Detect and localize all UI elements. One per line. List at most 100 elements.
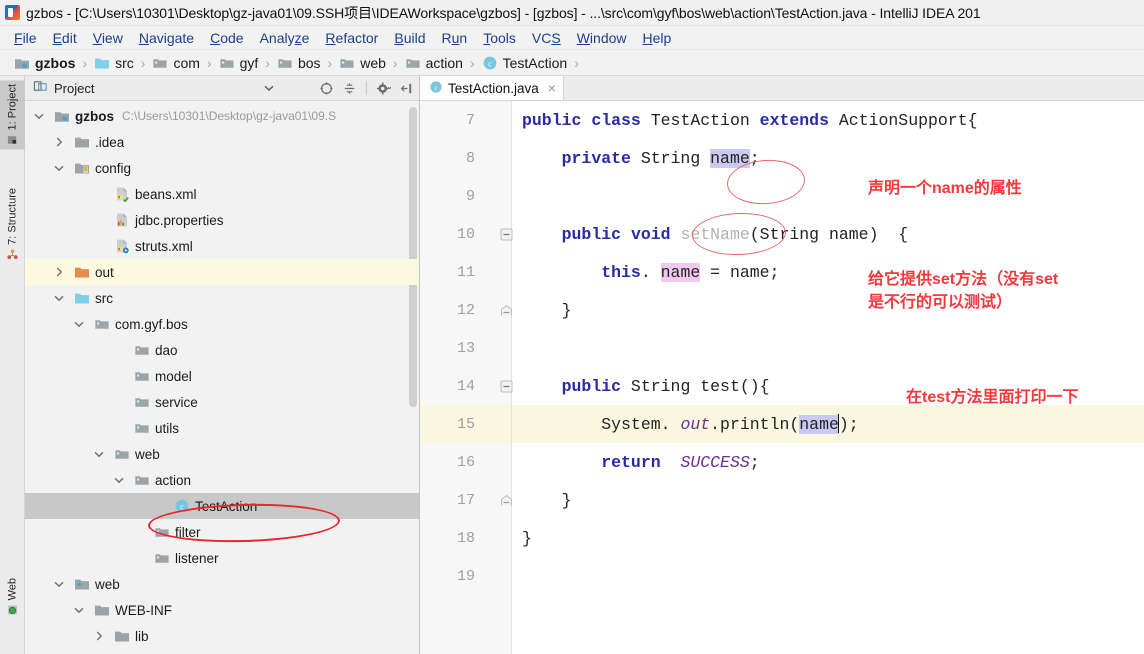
menu-analyze[interactable]: Analyze: [252, 28, 318, 48]
code-line-19[interactable]: [512, 557, 1144, 595]
code-line-17[interactable]: }: [512, 481, 1144, 519]
chevron-down-icon[interactable]: [73, 604, 86, 617]
tree-node-web[interactable]: web: [25, 441, 419, 467]
chevron-down-icon[interactable]: [73, 318, 86, 331]
code-line-18[interactable]: }: [512, 519, 1144, 557]
tool-tab-web[interactable]: Web: [0, 574, 25, 619]
code-line-16[interactable]: return SUCCESS;: [512, 443, 1144, 481]
menu-build-rest: uild: [403, 29, 426, 46]
tree-node-jdbc-properties[interactable]: jdbc.properties: [25, 207, 419, 233]
chevron-right-icon[interactable]: [53, 266, 66, 279]
chevron-down-icon[interactable]: [33, 110, 46, 123]
breadcrumb-item-gyf[interactable]: gyf: [215, 55, 263, 71]
chevron-down-icon[interactable]: [53, 162, 66, 175]
code-line-13[interactable]: [512, 329, 1144, 367]
window-title: gzbos - [C:\Users\10301\Desktop\gz-java0…: [26, 4, 981, 21]
menu-window[interactable]: Window: [569, 28, 635, 48]
close-icon[interactable]: ×: [548, 80, 556, 96]
breadcrumb-item-action[interactable]: action: [401, 55, 467, 71]
breadcrumb-item-testaction[interactable]: c TestAction: [478, 55, 572, 71]
editor-tab-testaction[interactable]: c TestAction.java ×: [420, 76, 564, 100]
chevron-right-icon[interactable]: [53, 136, 66, 149]
chevron-down-icon[interactable]: [264, 81, 274, 96]
tree-node-src[interactable]: src: [25, 285, 419, 311]
breadcrumb-item-label: com: [173, 54, 200, 71]
code-editor[interactable]: 7 8 9 10 11 12 13 14 15 16 17 18 19 public class Tes…: [420, 101, 1144, 654]
chevron-right-icon[interactable]: [93, 630, 106, 643]
gutter-line-16[interactable]: 16: [420, 443, 511, 481]
collapse-all-icon[interactable]: [341, 80, 358, 97]
tree-node-label: struts.xml: [135, 238, 193, 254]
gutter-line-9[interactable]: 9: [420, 177, 511, 215]
tree-node-label: web: [95, 576, 120, 592]
tree-node-service[interactable]: service: [25, 389, 419, 415]
menu-view-rest: iew: [101, 29, 123, 46]
tree-node-web[interactable]: web: [25, 571, 419, 597]
code-line-10[interactable]: public void setName(String name) {: [512, 215, 1144, 253]
tree-node-beans-xml[interactable]: beans.xml: [25, 181, 419, 207]
editor-gutter[interactable]: 7 8 9 10 11 12 13 14 15 16 17 18 19: [420, 101, 513, 654]
code-line-9[interactable]: [512, 177, 1144, 215]
menu-build[interactable]: Build: [386, 28, 433, 48]
breadcrumb-item-gzbos[interactable]: gzbos: [10, 55, 79, 71]
tree-node-struts-xml[interactable]: struts.xml: [25, 233, 419, 259]
code-line-8[interactable]: private String name;: [512, 139, 1144, 177]
tree-node-model[interactable]: model: [25, 363, 419, 389]
menu-code[interactable]: Code: [202, 28, 251, 48]
tree-node-action[interactable]: action: [25, 467, 419, 493]
expand-collapse-icon[interactable]: [318, 80, 335, 97]
gutter-line-8[interactable]: 8: [420, 139, 511, 177]
hide-panel-icon[interactable]: [398, 80, 415, 97]
menu-file[interactable]: File: [6, 28, 45, 48]
tool-tab-structure[interactable]: 7: Structure: [0, 184, 25, 264]
gutter-line-17[interactable]: 17: [420, 481, 512, 519]
menu-help[interactable]: Help: [635, 28, 680, 48]
menu-refactor[interactable]: Refactor: [317, 28, 386, 48]
tree-node-utils[interactable]: utils: [25, 415, 419, 441]
gutter-line-14[interactable]: 14: [420, 367, 513, 405]
code-area[interactable]: public class TestAction extends ActionSu…: [512, 101, 1144, 654]
gutter-line-15[interactable]: 15: [420, 405, 511, 443]
chevron-down-icon[interactable]: [53, 578, 66, 591]
tool-tab-project[interactable]: 1: Project: [0, 80, 25, 150]
project-tree[interactable]: gzbos C:\Users\10301\Desktop\gz-java01\09…: [25, 101, 419, 654]
settings-gear-icon[interactable]: [375, 80, 392, 97]
gutter-line-19[interactable]: 19: [420, 557, 511, 595]
menu-vcs[interactable]: VCS: [524, 28, 569, 48]
chevron-down-icon[interactable]: [113, 474, 126, 487]
breadcrumb-item-com[interactable]: com: [148, 55, 203, 71]
menu-run[interactable]: Run: [434, 28, 476, 48]
java-class-icon: c: [482, 55, 498, 71]
code-line-15[interactable]: System. out.println(name);: [512, 405, 1144, 443]
gutter-line-12[interactable]: 12: [420, 291, 512, 329]
tree-node-config[interactable]: config: [25, 155, 419, 181]
tree-node-gzbos[interactable]: gzbos C:\Users\10301\Desktop\gz-java01\09…: [25, 103, 419, 129]
tree-node--idea[interactable]: .idea: [25, 129, 419, 155]
tree-node-dao[interactable]: dao: [25, 337, 419, 363]
gutter-line-10[interactable]: 10: [420, 215, 513, 253]
tree-node-web-inf[interactable]: WEB-INF: [25, 597, 419, 623]
code-line-7[interactable]: public class TestAction extends ActionSu…: [512, 101, 1144, 139]
menu-tools[interactable]: Tools: [475, 28, 524, 48]
gutter-line-11[interactable]: 11: [420, 253, 511, 291]
menu-edit[interactable]: Edit: [45, 28, 85, 48]
gutter-line-13[interactable]: 13: [420, 329, 511, 367]
menu-view[interactable]: View: [85, 28, 131, 48]
gutter-line-18[interactable]: 18: [420, 519, 511, 557]
gutter-line-7[interactable]: 7: [420, 101, 511, 139]
tree-node-listener[interactable]: listener: [25, 545, 419, 571]
package-icon: [134, 420, 150, 436]
chevron-down-icon[interactable]: [93, 448, 106, 461]
tree-node-com-gyf-bos[interactable]: com.gyf.bos: [25, 311, 419, 337]
code-line-text: public String test(){: [561, 376, 770, 396]
tree-node-out[interactable]: out: [25, 259, 419, 285]
package-icon: [154, 550, 170, 566]
tree-node-testaction[interactable]: c TestAction: [25, 493, 419, 519]
menu-navigate[interactable]: Navigate: [131, 28, 202, 48]
tree-node-lib[interactable]: lib: [25, 623, 419, 649]
breadcrumb-item-web[interactable]: web: [335, 55, 390, 71]
breadcrumb-item-src[interactable]: src: [90, 55, 138, 71]
breadcrumb-item-bos[interactable]: bos: [273, 55, 325, 71]
tree-node-filter[interactable]: filter: [25, 519, 419, 545]
chevron-down-icon[interactable]: [53, 292, 66, 305]
